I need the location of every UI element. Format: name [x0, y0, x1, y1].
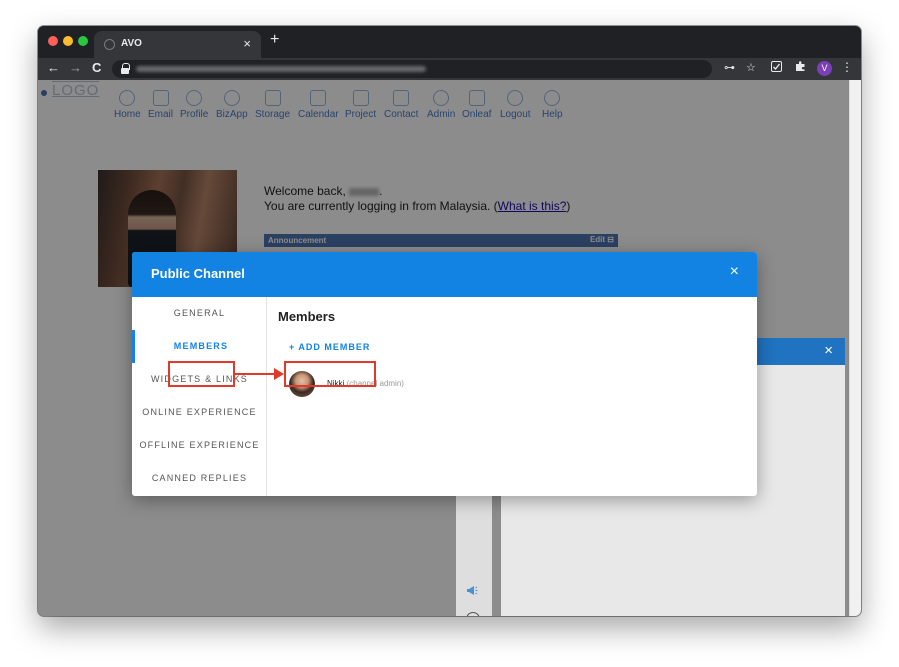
tab-close-icon[interactable]: ×	[243, 36, 251, 51]
annotation-arrow-head	[274, 368, 284, 380]
modal-title: Public Channel	[151, 266, 245, 281]
address-bar[interactable]	[112, 60, 712, 78]
modal-header: Public Channel ×	[132, 252, 757, 297]
annotation-box-add-member	[284, 361, 376, 387]
add-member-button[interactable]: + ADD MEMBER	[289, 342, 370, 352]
extension-icon[interactable]	[771, 61, 782, 75]
lock-icon	[121, 63, 130, 74]
annotation-box-members	[168, 361, 235, 387]
close-window-button[interactable]	[48, 36, 58, 46]
megaphone-icon[interactable]	[466, 585, 478, 599]
forward-button[interactable]: →	[69, 60, 82, 75]
browser-toolbar: ← → C ⊶ ☆ V ⋮	[38, 58, 861, 80]
modal-tab-canned-replies[interactable]: CANNED REPLIES	[132, 462, 267, 495]
new-tab-button[interactable]: +	[270, 31, 279, 49]
bookmark-star-icon[interactable]: ☆	[746, 61, 756, 74]
page-viewport: LOGO Home Email Profile BizApp Storage C…	[38, 80, 849, 616]
tab-bar: AVO × +	[38, 26, 861, 58]
annotation-arrow-line	[235, 373, 275, 375]
maximize-window-button[interactable]	[78, 36, 88, 46]
modal-close-icon[interactable]: ×	[730, 263, 739, 281]
minimize-window-button[interactable]	[63, 36, 73, 46]
browser-tab[interactable]: AVO ×	[94, 31, 261, 58]
browser-window: AVO × + ← → C ⊶ ☆ V ⋮ LOGO Home Email Pr…	[38, 26, 861, 616]
members-section-title: Members	[278, 309, 336, 324]
back-button[interactable]: ←	[47, 60, 60, 75]
modal-tab-general[interactable]: GENERAL	[132, 297, 267, 330]
favicon-icon	[104, 39, 115, 50]
reload-button[interactable]: C	[92, 60, 101, 75]
background-panel-close-icon[interactable]: ×	[824, 342, 833, 359]
modal-tab-offline-experience[interactable]: OFFLINE EXPERIENCE	[132, 429, 267, 462]
modal-tab-online-experience[interactable]: ONLINE EXPERIENCE	[132, 396, 267, 429]
modal-content: Members + ADD MEMBER Nikki (channel admi…	[267, 297, 757, 496]
key-icon[interactable]: ⊶	[724, 61, 735, 74]
profile-avatar[interactable]: V	[817, 61, 832, 76]
modal-nav: GENERAL MEMBERS WIDGETS & LINKS ONLINE E…	[132, 297, 267, 496]
modal-tab-members[interactable]: MEMBERS	[132, 330, 267, 363]
tab-title: AVO	[121, 38, 142, 49]
page-scrollbar[interactable]	[849, 80, 861, 616]
url-text-blurred	[136, 66, 426, 72]
browser-menu-icon[interactable]: ⋮	[841, 60, 853, 74]
puzzle-icon[interactable]	[795, 61, 806, 75]
